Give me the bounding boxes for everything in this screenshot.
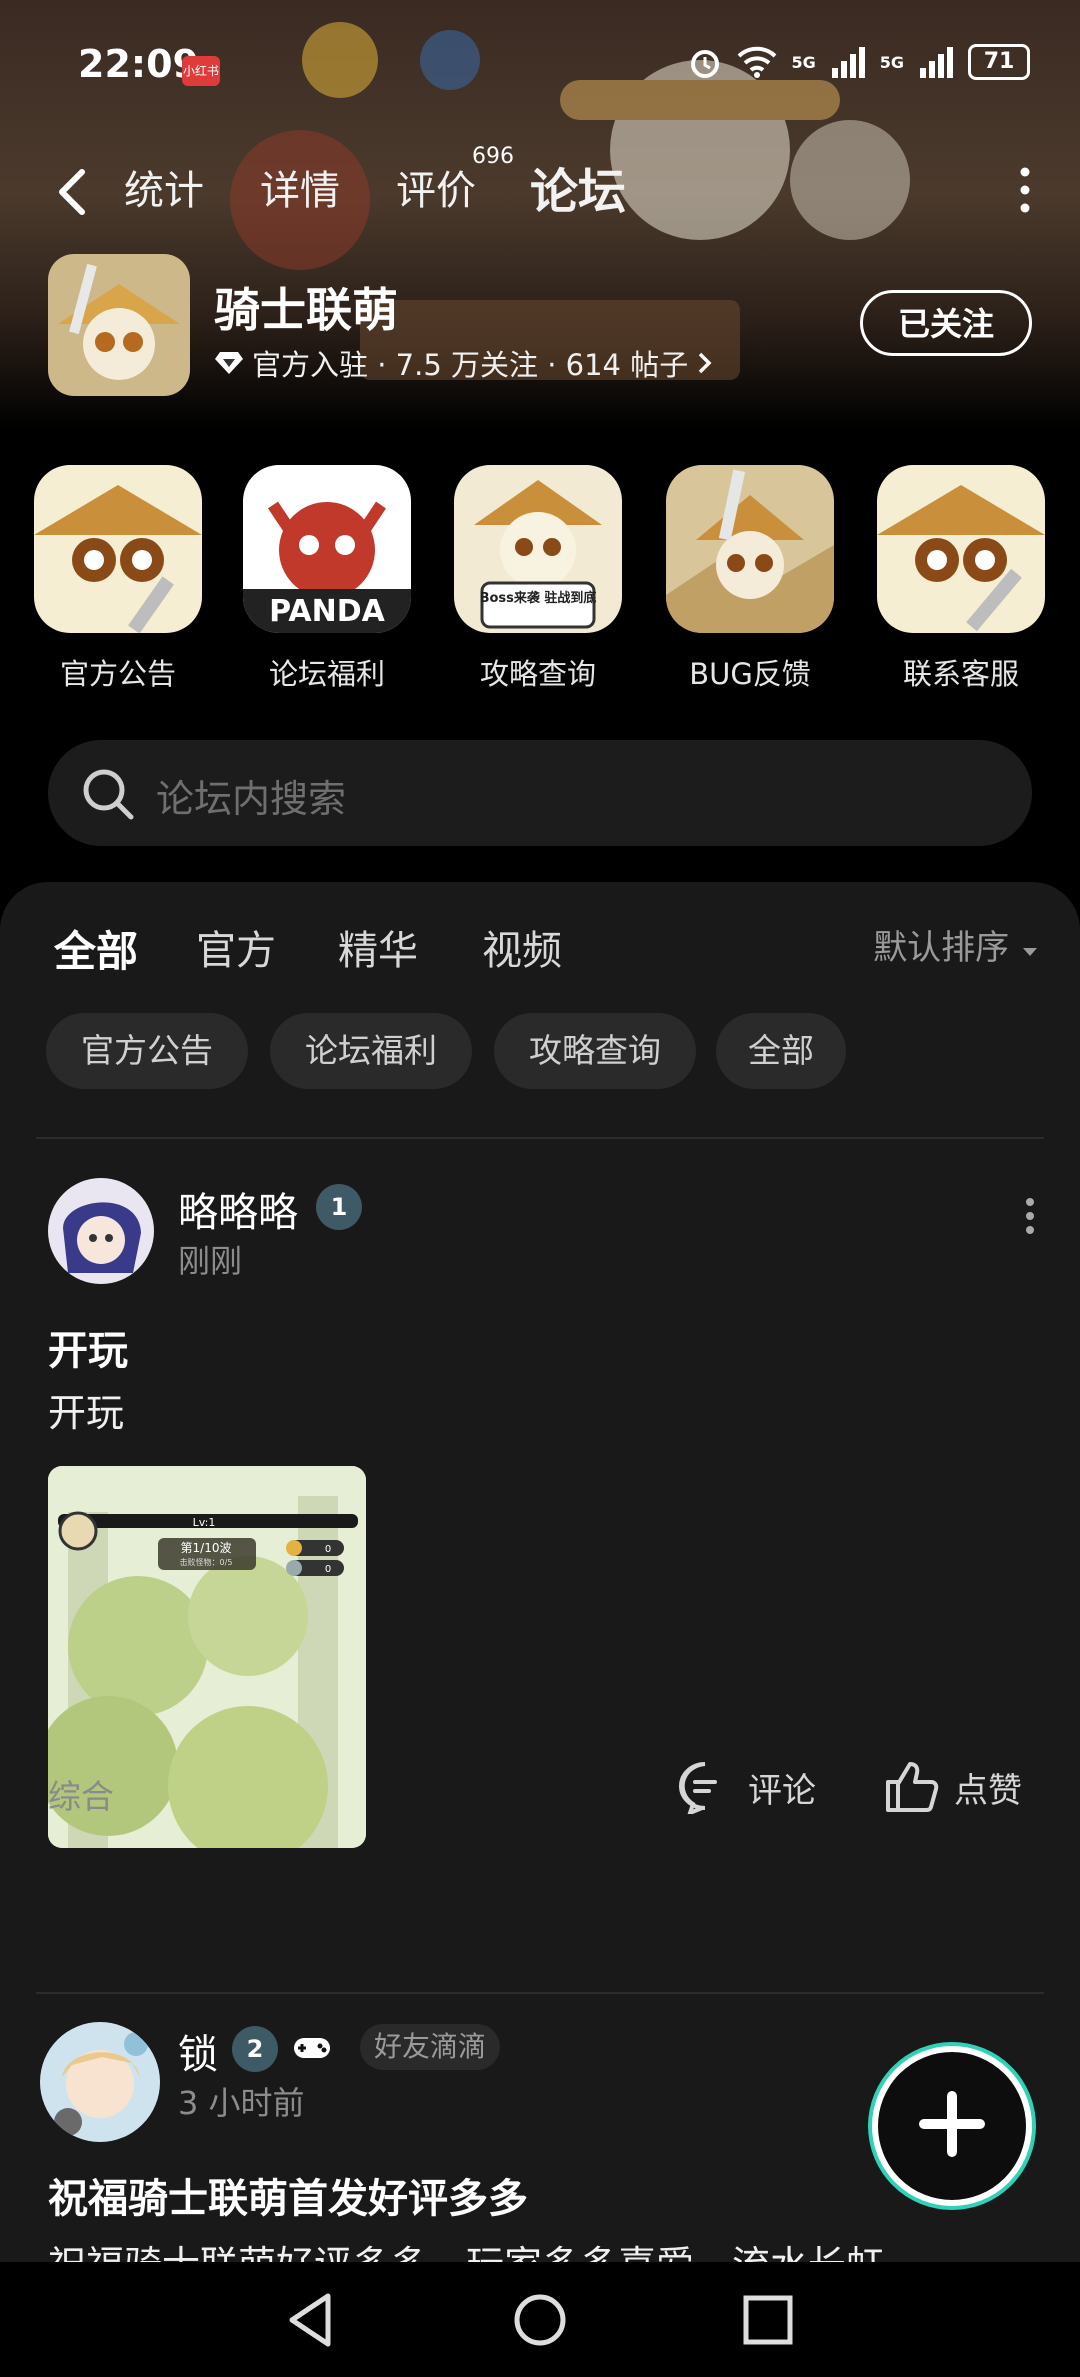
nav-back-icon[interactable]	[282, 2290, 342, 2350]
game-meta[interactable]: 官方入驻 · 7.5 万关注 · 614 帖子	[214, 342, 714, 384]
like-label: 点赞	[954, 1770, 1022, 1811]
new-post-button[interactable]	[872, 2046, 1032, 2206]
review-count-badge: 696	[472, 144, 514, 169]
post-title[interactable]: 祝福骑士联萌首发好评多多	[48, 2166, 528, 2224]
thumb-coins: 0	[325, 1544, 331, 1555]
search-icon	[83, 769, 134, 820]
filter-tab-featured[interactable]: 精华	[338, 918, 418, 976]
thumbs-up-icon	[886, 1762, 939, 1812]
panda-knight-sword-icon	[877, 465, 1045, 633]
boss-text: Boss来袭 驻战到底	[480, 590, 597, 606]
diamond-icon	[215, 352, 243, 374]
author-name[interactable]: 锁	[178, 2022, 218, 2080]
shortcut-label: 联系客服	[902, 657, 1019, 691]
battery-icon: 71	[968, 44, 1030, 80]
status-icons: 5G 5G 71	[687, 44, 1030, 80]
shortcut-welfare[interactable]: PANDA 论坛福利	[242, 465, 412, 693]
panda-knight-icon	[34, 465, 202, 633]
clock: 22:09	[78, 42, 199, 86]
shortcut-announcements[interactable]: 官方公告	[33, 465, 203, 693]
system-nav-bar	[0, 2262, 1080, 2377]
author-name[interactable]: 略略略	[178, 1180, 298, 1238]
comment-icon	[679, 1762, 717, 1814]
avatar[interactable]	[48, 1178, 154, 1284]
avatar[interactable]	[40, 2022, 160, 2142]
post-more-icon[interactable]	[1020, 1196, 1040, 1236]
chip-all[interactable]: 全部	[716, 1013, 846, 1089]
game-meta-text: 官方入驻 · 7.5 万关注 · 614 帖子	[252, 348, 689, 382]
net-label-2: 5G	[879, 52, 904, 72]
chip-welfare[interactable]: 论坛福利	[270, 1013, 472, 1089]
comment-label: 评论	[748, 1770, 816, 1811]
thumb-gems: 0	[325, 1564, 331, 1575]
thumb-level-label: Lv:1	[193, 1516, 216, 1529]
user-tag: 好友滴滴	[360, 2024, 501, 2070]
post-title[interactable]: 开玩	[48, 1318, 128, 1376]
game-info: 骑士联萌 官方入驻 · 7.5 万关注 · 614 帖子 已关注	[0, 250, 1080, 400]
shortcut-bug-report[interactable]: BUG反馈	[665, 465, 835, 693]
plus-icon	[919, 2091, 985, 2157]
more-options-icon[interactable]	[1010, 160, 1040, 220]
thumb-kills: 击败怪物：0/5	[180, 1557, 233, 1567]
shortcut-customer-service[interactable]: 联系客服	[876, 465, 1046, 693]
post-body[interactable]: 开玩	[48, 1382, 124, 1437]
tab-details[interactable]: 详情	[260, 158, 340, 216]
tab-forum[interactable]: 论坛	[530, 152, 626, 224]
nav-home-icon[interactable]	[510, 2290, 570, 2350]
post-item[interactable]: 略略略 1 刚刚 开玩 开玩 Lv:1 第1/10波 击败怪物：0/5 0 0 …	[0, 1178, 1080, 1848]
divider	[36, 1992, 1044, 1994]
sort-label: 默认排序	[873, 928, 1010, 968]
filter-tab-video[interactable]: 视频	[482, 918, 562, 976]
signal-icon-1	[831, 47, 865, 78]
net-label-1: 5G	[791, 52, 816, 72]
shortcut-label: 攻略查询	[479, 657, 596, 691]
post-body[interactable]: 祝福骑士联萌好评多多，玩家多多喜爱，流水长虹	[48, 2234, 884, 2262]
tab-reviews[interactable]: 评价	[396, 158, 476, 216]
shortcut-label: BUG反馈	[689, 657, 811, 691]
game-icon[interactable]	[48, 254, 190, 396]
gamepad-icon	[294, 2038, 330, 2058]
filter-tab-all[interactable]: 全部	[54, 918, 138, 983]
follow-button[interactable]: 已关注	[860, 290, 1032, 356]
level-badge: 1	[316, 1184, 362, 1230]
panda-dragon-icon: PANDA	[243, 465, 411, 633]
post-category[interactable]: 综合	[48, 1770, 114, 1818]
filter-tab-official[interactable]: 官方	[196, 918, 276, 976]
signal-icon-2	[920, 47, 953, 78]
chip-announcements[interactable]: 官方公告	[46, 1013, 248, 1089]
tab-stats[interactable]: 统计	[124, 158, 204, 216]
panda-knight-desert-icon	[666, 465, 834, 633]
boss-guide-icon: Boss来袭 驻战到底	[454, 465, 622, 633]
thumb-wave: 第1/10波	[181, 1541, 232, 1555]
notification-badge-icon: 小红书	[182, 56, 220, 86]
shortcut-label: 论坛福利	[268, 657, 385, 691]
search-placeholder: 论坛内搜索	[156, 777, 347, 821]
game-title: 骑士联萌	[214, 283, 398, 337]
top-nav: 统计 详情 评价 696 论坛	[0, 144, 1080, 230]
search-input[interactable]: 论坛内搜索	[48, 740, 1032, 846]
alarm-icon	[691, 50, 720, 78]
panda-text: PANDA	[269, 594, 385, 629]
level-badge: 2	[232, 2026, 278, 2072]
post-time: 3 小时前	[178, 2084, 305, 2122]
chevron-right-icon	[698, 352, 712, 374]
nav-recents-icon[interactable]	[740, 2292, 796, 2348]
post-time: 刚刚	[178, 1242, 243, 1280]
back-arrow-icon[interactable]	[48, 162, 98, 222]
status-bar: 22:09 小红书 5G 5G 71	[0, 0, 1080, 130]
comment-button[interactable]: 评论	[676, 1760, 816, 1814]
shortcut-guides[interactable]: Boss来袭 驻战到底 攻略查询	[453, 465, 623, 693]
sort-dropdown[interactable]: 默认排序	[873, 920, 1040, 969]
divider	[36, 1137, 1044, 1139]
chip-guides[interactable]: 攻略查询	[494, 1013, 696, 1089]
shortcut-label: 官方公告	[59, 657, 176, 691]
like-button[interactable]: 点赞	[884, 1760, 1022, 1814]
wifi-icon	[738, 46, 777, 78]
caret-down-icon	[1023, 948, 1037, 956]
header-banner: 22:09 小红书 5G 5G 71 统计 详情 评价 696 论坛 骑士联萌 …	[0, 0, 1080, 430]
forum-shortcuts: 官方公告 PANDA 论坛福利 Boss来袭 驻战到底 攻略查询 BUG反馈 联…	[0, 465, 1080, 695]
